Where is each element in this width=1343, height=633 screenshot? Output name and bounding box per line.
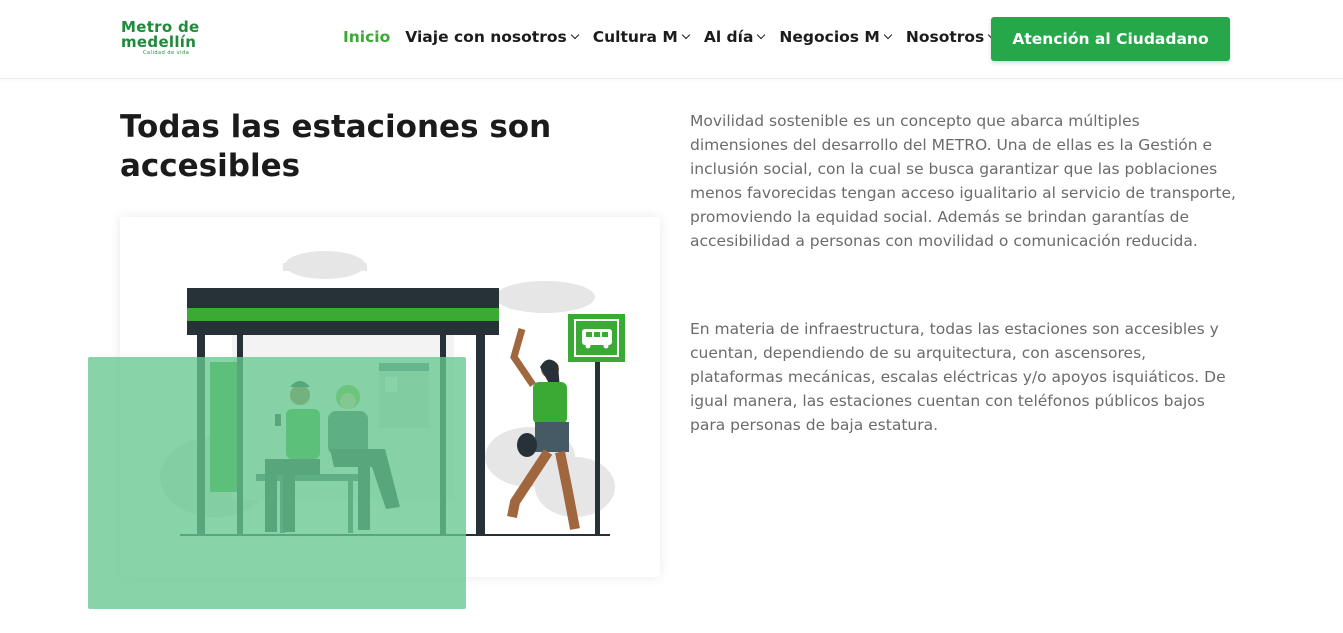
nav-item-negocios-m[interactable]: Negocios M <box>779 28 893 46</box>
logo-tagline: Calidad de vida <box>143 50 190 56</box>
decorative-green-block <box>88 357 466 609</box>
page-title: Todas las estaciones son accesibles <box>120 109 552 184</box>
nav-item-label: Inicio <box>343 28 391 46</box>
chevron-down-icon <box>681 30 691 40</box>
nav-item-viaje-con-nosotros[interactable]: Viaje con nosotros <box>405 28 579 46</box>
nav-item-nosotros[interactable]: Nosotros <box>905 28 997 46</box>
atencion-ciudadano-button[interactable]: Atención al Ciudadano <box>991 17 1230 61</box>
nav-item-inicio[interactable]: Inicio <box>343 28 390 46</box>
nav-item-cultura-m[interactable]: Cultura M <box>592 28 691 46</box>
site-header: Metro de medellín Calidad de vida Inicio… <box>0 0 1343 79</box>
nav-item-label: Negocios M <box>779 28 880 46</box>
metro-medellin-logo[interactable]: Metro de medellín Calidad de vida <box>121 20 211 60</box>
paragraph-movilidad-sostenible: Movilidad sostenible es un concepto que … <box>690 112 1236 250</box>
chevron-down-icon <box>757 30 766 40</box>
main-nav: Inicio Viaje con nosotros Cultura M Al d… <box>343 28 1010 46</box>
nav-item-label: Nosotros <box>905 28 985 46</box>
chevron-down-icon <box>570 30 579 40</box>
paragraph-infraestructura: En materia de infraestructura, todas las… <box>690 320 1226 434</box>
chevron-down-icon <box>883 30 893 40</box>
nav-item-al-dia[interactable]: Al día <box>703 28 766 46</box>
nav-item-label: Viaje con nosotros <box>405 28 567 46</box>
nav-item-label: Cultura M <box>592 28 678 46</box>
nav-item-label: Al día <box>703 28 754 46</box>
logo-line-2: medellín <box>121 33 197 51</box>
